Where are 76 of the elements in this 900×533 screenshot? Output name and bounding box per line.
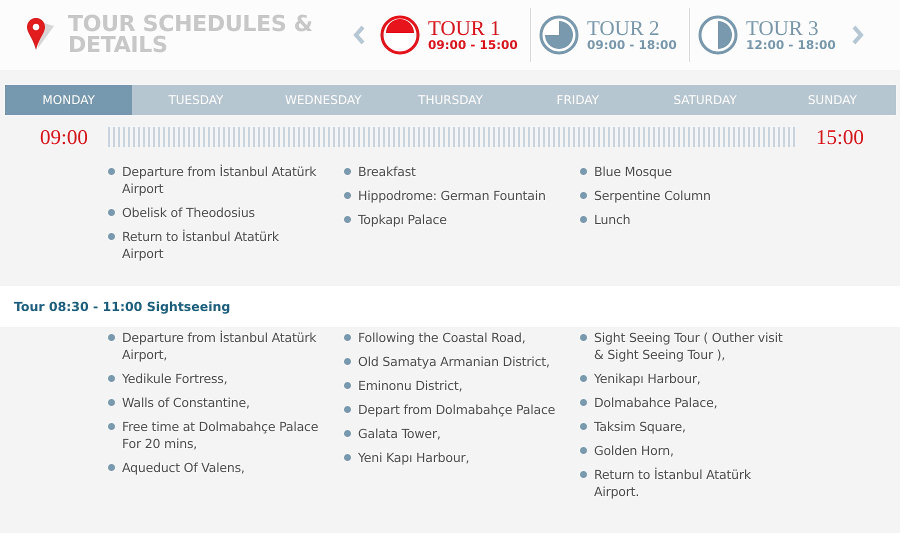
schedule-item: Galata Tower, — [358, 425, 442, 442]
tour-hours: 09:00 - 15:00 — [428, 38, 518, 52]
bullet-icon — [344, 430, 351, 437]
schedule-item: Following the Coastal Road, — [358, 329, 526, 346]
schedule-item: Walls of Constantine, — [122, 394, 251, 411]
tour-name: TOUR 2 — [587, 18, 661, 38]
schedule-item: Depart from Dolmabahçe Palace — [358, 401, 556, 418]
bullet-icon — [344, 406, 351, 413]
bullet-icon — [580, 423, 587, 430]
pie-chart-icon — [698, 15, 738, 55]
day-tab[interactable]: SATURDAY — [641, 85, 769, 115]
schedule-item: Lunch — [594, 211, 632, 228]
bullet-icon — [108, 168, 115, 175]
bullet-icon — [344, 216, 351, 223]
schedule-item: Sight Seeing Tour ( Outher visit & Sight Seeing Tour ), — [594, 329, 784, 363]
tour-name: TOUR 1 — [428, 18, 502, 38]
schedule-item: Return to İstanbul Atatürk Airport — [122, 228, 280, 262]
bullet-icon — [344, 192, 351, 199]
bullet-icon — [108, 209, 115, 216]
bullet-icon — [108, 334, 115, 341]
pie-chart-icon — [380, 15, 420, 55]
tour-hours: 12:00 - 18:00 — [746, 38, 836, 52]
schedule-item: Return to İstanbul Atatürk Airport. — [594, 466, 752, 500]
tour-hours: 09:00 - 18:00 — [587, 38, 677, 52]
bullet-icon — [580, 375, 587, 382]
schedule-item: Serpentine Column — [594, 187, 712, 204]
bullet-icon — [580, 216, 587, 223]
bullet-icon — [344, 382, 351, 389]
bullet-icon — [344, 358, 351, 365]
schedule-item: Departure from İstanbul Atatürk Airport, — [122, 329, 318, 363]
bullet-icon — [108, 233, 115, 240]
day-tab[interactable]: FRIDAY — [514, 85, 642, 115]
schedule-item: Free time at Dolmabahçe Palace For 20 mins, — [122, 418, 320, 452]
bullet-icon — [108, 399, 115, 406]
day-tab[interactable]: TUESDAY — [132, 85, 260, 115]
tour-name: TOUR 3 — [746, 18, 820, 38]
schedule-item: Old Samatya Armanian District, — [358, 353, 551, 370]
chevron-right-icon[interactable] — [852, 25, 864, 45]
schedule-item: Dolmabahce Palace, — [594, 394, 718, 411]
bullet-icon — [108, 375, 115, 382]
bullet-icon — [580, 334, 587, 341]
schedule-item: Aqueduct Of Valens, — [122, 459, 246, 476]
bullet-icon — [580, 399, 587, 406]
day-tab[interactable]: SUNDAY — [768, 85, 896, 115]
bullet-icon — [580, 471, 587, 478]
schedule-item: Taksim Square, — [594, 418, 687, 435]
schedule-item: Yedikule Fortress, — [122, 370, 228, 387]
schedule-item: Eminonu District, — [358, 377, 464, 394]
schedule-item: Obelisk of Theodosius — [122, 204, 256, 221]
schedule-item: Topkapı Palace — [358, 211, 448, 228]
bullet-icon — [580, 192, 587, 199]
schedule-item: Yenikapı Harbour, — [594, 370, 702, 387]
pie-chart-icon — [539, 15, 579, 55]
bullet-icon — [344, 454, 351, 461]
bullet-icon — [344, 168, 351, 175]
end-time: 15:00 — [816, 124, 864, 150]
bullet-icon — [580, 168, 587, 175]
bullet-icon — [344, 334, 351, 341]
day-tab[interactable]: MONDAY — [5, 85, 132, 115]
schedule-item: Golden Horn, — [594, 442, 675, 459]
section-title: Tour 08:30 - 11:00 Sightseeing — [14, 299, 230, 314]
schedule-item: Hippodrome: German Fountain — [358, 187, 547, 204]
tour-tab[interactable]: TOUR 1 09:00 - 15:00 — [374, 7, 528, 63]
bullet-icon — [108, 423, 115, 430]
bullet-icon — [580, 447, 587, 454]
day-tab[interactable]: THURSDAY — [386, 85, 514, 115]
schedule-item: Yeni Kapı Harbour, — [358, 449, 470, 466]
schedule-item: Blue Mosque — [594, 163, 673, 180]
bullet-icon — [108, 464, 115, 471]
start-time: 09:00 — [40, 124, 89, 150]
tour-tab[interactable]: TOUR 2 09:00 - 18:00 — [533, 7, 687, 63]
day-tab[interactable]: WEDNESDAY — [260, 85, 387, 115]
schedule-item: Breakfast — [358, 163, 417, 180]
schedule-item: Departure from İstanbul Atatürk Airport — [122, 163, 318, 197]
map-pin-icon — [26, 18, 56, 52]
tour-tab[interactable]: TOUR 3 12:00 - 18:00 — [692, 7, 846, 63]
